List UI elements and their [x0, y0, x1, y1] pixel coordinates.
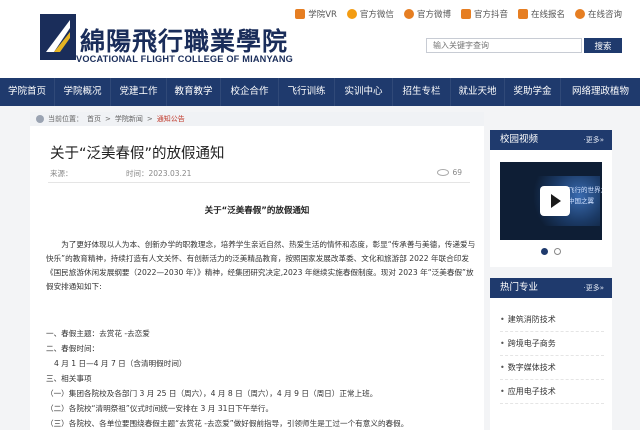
article-source-label: 来源：	[50, 169, 73, 178]
college-name-cn[interactable]: 綿陽飛行職業學院	[80, 22, 288, 58]
nav-item-governance[interactable]: 网络理政植物	[561, 78, 640, 106]
article-meta: 来源： 时间：2023.03.21 69	[50, 168, 470, 182]
article-panel: 当前位置： 首页 > 学院新闻 > 通知公告 关于“泛美春假”的放假通知 来源：…	[30, 112, 484, 430]
hot-more-link[interactable]: ·更多»	[583, 278, 604, 298]
nav-item-training[interactable]: 实训中心	[335, 78, 393, 106]
video-caption: 飞行的世界之	[568, 186, 602, 194]
college-logo-icon[interactable]	[40, 14, 76, 60]
carousel-dots	[490, 248, 612, 255]
vr-icon	[295, 9, 306, 19]
view-count: 69	[437, 168, 462, 177]
article-line: （二）各院校“清明祭祖”仪式时间统一安排在 3 月 31日下午举行。	[46, 404, 274, 413]
article-line: （三）各院校、各单位要围绕春假主题“去赏花 -去恋爱”做好假前指导，引领师生是工…	[46, 419, 409, 428]
article-line: 一、春假主题：去赏花 -去恋爱	[46, 329, 150, 338]
title-divider	[48, 182, 470, 183]
top-link-consult[interactable]: 在线咨询	[574, 8, 622, 20]
nav-item-admission[interactable]: 招生专栏	[393, 78, 451, 106]
article-paragraph: 为了更好体现以人为本、创新办学的职教理念，培养学生亲近自然、热爱生活的情怀和态度…	[46, 240, 476, 291]
hot-majors-header: 热门专业 ·更多»	[490, 278, 612, 298]
nav-item-employment[interactable]: 就业天地	[451, 78, 505, 106]
home-icon	[36, 115, 44, 123]
list-item[interactable]: 应用电子技术	[500, 380, 604, 404]
campus-video-panel: 校园视频 ·更多» 飞行的世界之 中国之翼	[490, 130, 612, 267]
article-title: 关于“泛美春假”的放假通知	[50, 146, 225, 162]
eye-icon	[437, 169, 450, 176]
nav-item-teaching[interactable]: 教育教学	[167, 78, 221, 106]
search-button[interactable]: 搜索	[584, 38, 622, 53]
list-item[interactable]: 建筑消防技术	[500, 308, 604, 332]
top-link-wechat[interactable]: 官方微信	[346, 8, 394, 20]
list-item[interactable]: 跨境电子商务	[500, 332, 604, 356]
college-name-en: VOCATIONAL FLIGHT COLLEGE OF MIANYANG	[76, 54, 294, 64]
top-links: 学院VR 官方微信 官方微博 官方抖音 在线报名 在线咨询	[295, 8, 622, 20]
top-link-signup[interactable]: 在线报名	[517, 8, 565, 20]
article-time: 时间：2023.03.21	[126, 169, 192, 178]
weibo-icon	[403, 9, 414, 19]
nav-item-home[interactable]: 学院首页	[0, 78, 55, 106]
nav-item-overview[interactable]: 学院概况	[55, 78, 111, 106]
article-line: 4 月 1 日—4 月 7 日（含清明假时间）	[54, 359, 187, 368]
top-link-douyin[interactable]: 官方抖音	[460, 8, 508, 20]
search-input[interactable]	[426, 38, 582, 53]
nav-item-enterprise[interactable]: 校企合作	[221, 78, 279, 106]
hot-majors-panel: 热门专业 ·更多» 建筑消防技术 跨境电子商务 数字媒体技术 应用电子技术	[490, 278, 612, 430]
wechat-icon	[346, 9, 357, 19]
signup-icon	[517, 9, 528, 19]
play-icon[interactable]	[540, 186, 570, 216]
nav-item-flight[interactable]: 飞行训练	[279, 78, 335, 106]
hot-majors-list: 建筑消防技术 跨境电子商务 数字媒体技术 应用电子技术	[500, 308, 604, 404]
article-line: （一）集团各院校及各部门 3 月 25 日（周六），4 月 8 日（周六），4 …	[46, 389, 378, 398]
top-link-weibo[interactable]: 官方微博	[403, 8, 451, 20]
carousel-dot[interactable]	[554, 248, 561, 255]
breadcrumb-current[interactable]: 通知公告	[157, 114, 185, 124]
nav-item-scholarship[interactable]: 奖助学金	[505, 78, 561, 106]
article-line: 三、相关事项	[46, 374, 92, 383]
list-item[interactable]: 数字媒体技术	[500, 356, 604, 380]
breadcrumb: 当前位置： 首页 > 学院新闻 > 通知公告	[30, 112, 484, 126]
carousel-dot[interactable]	[541, 248, 548, 255]
video-more-link[interactable]: ·更多»	[583, 130, 604, 150]
document-title: 关于“泛美春假”的放假通知	[204, 206, 310, 216]
video-thumbnail[interactable]: 飞行的世界之 中国之翼	[500, 162, 602, 240]
douyin-icon	[460, 9, 471, 19]
breadcrumb-section[interactable]: 学院新闻	[115, 114, 143, 124]
consult-icon	[574, 9, 585, 19]
top-link-vr[interactable]: 学院VR	[295, 8, 337, 20]
video-caption: 中国之翼	[568, 197, 594, 205]
campus-video-header: 校园视频 ·更多»	[490, 130, 612, 150]
article-line: 二、春假时间：	[46, 344, 100, 353]
site-header: 綿陽飛行職業學院 VOCATIONAL FLIGHT COLLEGE OF MI…	[0, 0, 640, 78]
breadcrumb-home[interactable]: 首页	[87, 114, 101, 124]
main-nav: 学院首页 学院概况 党建工作 教育教学 校企合作 飞行训练 实训中心 招生专栏 …	[0, 78, 640, 106]
nav-item-party[interactable]: 党建工作	[111, 78, 167, 106]
